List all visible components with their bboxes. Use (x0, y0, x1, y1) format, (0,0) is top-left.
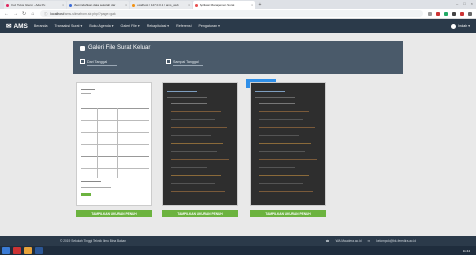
gallery-header: Galeri File Surat Keluar Dari Tanggal Sa… (73, 41, 403, 74)
close-icon[interactable]: × (62, 3, 64, 7)
main-content: Galeri File Surat Keluar Dari Tanggal Sa… (0, 33, 476, 236)
home-icon[interactable]: ⌂ (31, 11, 35, 17)
extension-icon[interactable] (428, 11, 432, 16)
show-full-size-button[interactable]: TAMPILKAN UKURAN PENUH (250, 210, 326, 217)
show-full-size-button[interactable]: TAMPILKAN UKURAN PENUH (76, 210, 152, 217)
start-icon[interactable] (2, 247, 10, 254)
taskbar-app-icon[interactable] (24, 247, 32, 254)
close-icon[interactable]: × (251, 3, 253, 7)
minimize-icon[interactable]: – (456, 1, 458, 6)
date-from-field[interactable]: Dari Tanggal (80, 59, 117, 66)
document-thumbnail[interactable] (162, 82, 238, 206)
document-thumbnail[interactable] (250, 82, 326, 206)
browser-tab-bar: Yuvi Tulus Glenn - Ada Pu × Memindahkan d… (0, 0, 476, 9)
menu-item-transaksi[interactable]: Transaksi Surat ▾ (55, 24, 83, 28)
date-to-field[interactable]: Sampai Tanggal (166, 59, 203, 66)
menu-item-rekap[interactable]: Rekapitulasi ▾ (147, 24, 169, 28)
extension-icon[interactable] (452, 11, 456, 16)
url-field[interactable]: ⓘ localhost/ams-slimafrom.sir.php/?page=g… (40, 10, 423, 17)
calendar-icon (80, 59, 85, 64)
main-menu: Beranda Transaksi Surat ▾ Buku Agenda ▾ … (34, 24, 220, 28)
taskbar: 11:44 (0, 246, 476, 255)
menu-icon[interactable] (468, 11, 472, 16)
phone-icon: ☎ (325, 239, 330, 243)
page-title: Galeri File Surat Keluar (80, 45, 150, 51)
close-icon[interactable]: × (188, 3, 190, 7)
footer: © 2019 Sekolah Tinggi Teknik Ilmu Bina B… (0, 236, 476, 246)
menu-item-beranda[interactable]: Beranda (34, 24, 48, 28)
tab-favicon (132, 3, 135, 7)
clock: 11:44 (462, 248, 470, 253)
browser-tab[interactable]: localhost / 127.0.0.1 / ams_web × (130, 1, 192, 9)
reload-icon[interactable]: ↻ (22, 11, 26, 17)
close-icon[interactable]: × (125, 3, 127, 7)
mail-icon: ✉ (367, 239, 371, 243)
forward-icon[interactable]: → (13, 11, 18, 17)
taskbar-app-icon[interactable] (35, 247, 43, 254)
maximize-icon[interactable]: □ (463, 1, 465, 6)
calendar-icon (166, 59, 171, 64)
browser-tab[interactable]: Memindahkan data sekolah dar × (67, 1, 129, 9)
back-icon[interactable]: ← (4, 11, 9, 17)
tab-favicon (6, 3, 9, 7)
menu-item-referensi[interactable]: Referensi (176, 24, 191, 28)
address-bar: ← → ↻ ⌂ ⓘ localhost/ams-slimafrom.sir.php… (0, 9, 476, 19)
browser-tab-active[interactable]: Aplikasi Manajemen Surat × (193, 1, 255, 9)
gallery-icon (80, 45, 85, 51)
document-thumbnail[interactable] (76, 82, 152, 206)
user-menu[interactable]: Indah ▾ (451, 23, 470, 29)
close-window-icon[interactable]: × (471, 1, 473, 6)
menu-item-agenda[interactable]: Buku Agenda ▾ (89, 24, 113, 28)
app-navbar: ✉ AMS Beranda Transaksi Surat ▾ Buku Agen… (0, 19, 476, 33)
envelope-icon: ✉ (6, 23, 12, 30)
new-tab-icon[interactable]: + (256, 1, 264, 9)
brand[interactable]: ✉ AMS (6, 22, 28, 31)
menu-item-pengaturan[interactable]: Pengaturan ▾ (199, 24, 220, 28)
tab-favicon (195, 3, 198, 7)
info-icon: ⓘ (44, 12, 48, 16)
browser-tab[interactable]: Yuvi Tulus Glenn - Ada Pu × (4, 1, 66, 9)
extension-icon[interactable] (460, 11, 464, 16)
extension-icon[interactable] (436, 11, 440, 16)
taskbar-app-icon[interactable] (13, 247, 21, 254)
menu-item-galeri[interactable]: Galeri File ▾ (121, 24, 140, 28)
user-icon (451, 23, 457, 29)
show-full-size-button[interactable]: TAMPILKAN UKURAN PENUH (162, 210, 238, 217)
extension-icon[interactable] (444, 11, 448, 16)
tab-favicon (69, 3, 72, 7)
